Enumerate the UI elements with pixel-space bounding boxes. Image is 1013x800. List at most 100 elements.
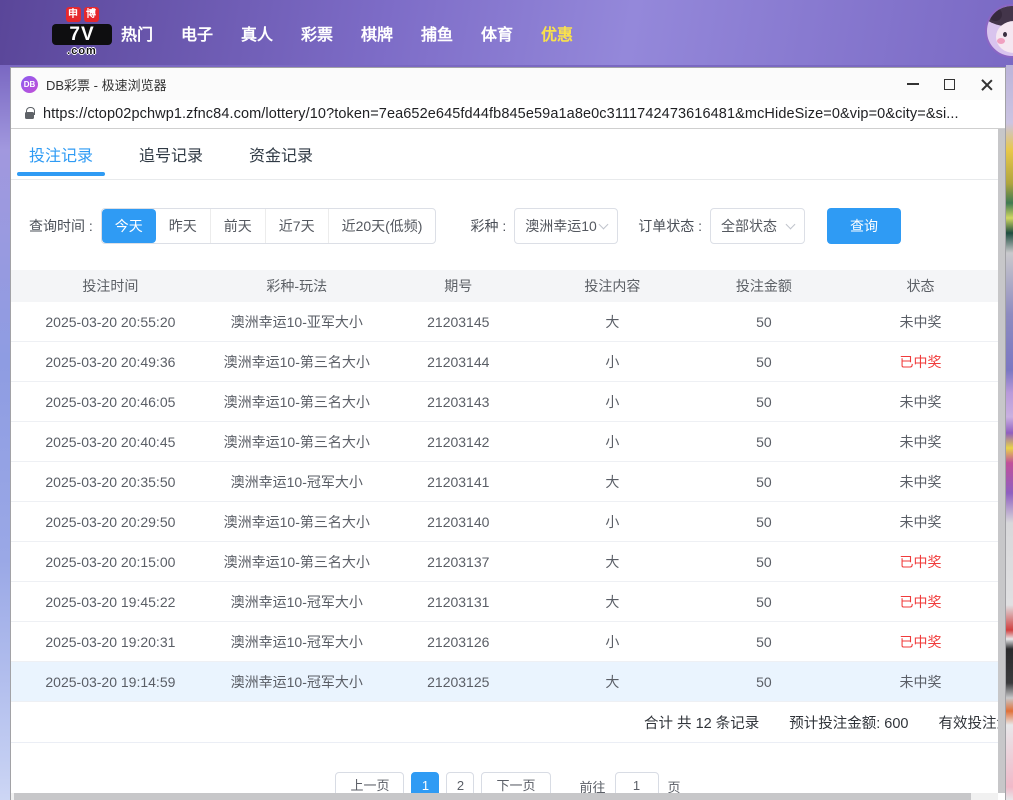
col-bet-time: 投注时间 xyxy=(11,276,210,296)
browser-popup-window: DB DB彩票 - 极速浏览器 https://ctop02pchwp1.zfn… xyxy=(10,67,1006,800)
table-row: 2025-03-20 20:55:20 澳洲幸运10-亚军大小 21203145… xyxy=(11,302,1005,342)
cell-game: 澳洲幸运10-亚军大小 xyxy=(210,312,384,332)
cell-game: 澳洲幸运10-第三名大小 xyxy=(210,552,384,572)
search-button[interactable]: 查询 xyxy=(827,208,901,244)
cell-content: 大 xyxy=(533,312,692,332)
table-row: 2025-03-20 19:20:31 澳洲幸运10-冠军大小 21203126… xyxy=(11,622,1005,662)
vertical-scrollbar[interactable] xyxy=(998,129,1005,793)
col-issue: 期号 xyxy=(384,276,533,296)
vertical-scrollbar-thumb[interactable] xyxy=(998,129,1005,793)
time-range-segment: 今天 昨天 前天 近7天 近20天(低频) xyxy=(101,208,437,244)
nav-item-hot[interactable]: 热门 xyxy=(121,21,153,45)
cell-game: 澳洲幸运10-冠军大小 xyxy=(210,472,384,492)
nav-item-promotions[interactable]: 优惠 xyxy=(541,21,573,45)
cell-issue: 21203125 xyxy=(384,674,533,690)
logo-main-text: 7V xyxy=(52,24,112,45)
cell-status: 未中奖 xyxy=(836,672,1005,692)
cell-content: 小 xyxy=(533,432,692,452)
time-option-20days[interactable]: 近20天(低频) xyxy=(328,209,436,243)
cell-amount: 50 xyxy=(692,634,836,650)
url-text: https://ctop02pchwp1.zfnc84.com/lottery/… xyxy=(43,106,959,122)
cell-content: 大 xyxy=(533,592,692,612)
lottery-select[interactable]: 澳洲幸运10 xyxy=(514,208,618,244)
tab-chase-records[interactable]: 追号记录 xyxy=(139,129,203,179)
site-top-banner: 申 博 7V .com 热门 电子 真人 彩票 棋牌 捕鱼 体育 优惠 xyxy=(0,0,1013,65)
site-logo[interactable]: 申 博 7V .com xyxy=(52,7,112,57)
cell-issue: 21203143 xyxy=(384,394,533,410)
cell-status: 已中奖 xyxy=(836,592,1005,612)
close-icon xyxy=(980,78,993,91)
status-filter-label: 订单状态 : xyxy=(638,216,702,236)
cell-time: 2025-03-20 20:55:20 xyxy=(11,314,210,330)
cell-issue: 21203142 xyxy=(384,434,533,450)
maximize-button[interactable] xyxy=(931,68,968,100)
logo-badge-shen: 申 xyxy=(66,7,81,22)
cell-game: 澳洲幸运10-冠军大小 xyxy=(210,592,384,612)
tab-fund-records[interactable]: 资金记录 xyxy=(249,129,313,179)
window-titlebar[interactable]: DB DB彩票 - 极速浏览器 xyxy=(11,68,1005,100)
summary-valid-amount: 有效投注金 xyxy=(939,712,1006,733)
summary-bar: 合计 共 12 条记录 预计投注金额: 600 有效投注金 xyxy=(11,702,1005,743)
col-status: 状态 xyxy=(836,276,1005,296)
cell-issue: 21203126 xyxy=(384,634,533,650)
time-filter-label: 查询时间 : xyxy=(29,216,93,236)
horizontal-scrollbar-thumb[interactable] xyxy=(14,793,971,800)
filter-bar: 查询时间 : 今天 昨天 前天 近7天 近20天(低频) 彩种 : 澳洲幸运10… xyxy=(29,208,1005,244)
maximize-icon xyxy=(944,79,955,90)
table-row: 2025-03-20 20:46:05 澳洲幸运10-第三名大小 2120314… xyxy=(11,382,1005,422)
table-row: 2025-03-20 20:40:45 澳洲幸运10-第三名大小 2120314… xyxy=(11,422,1005,462)
status-select-value: 全部状态 xyxy=(721,216,777,236)
site-main-nav: 热门 电子 真人 彩票 棋牌 捕鱼 体育 优惠 xyxy=(121,0,573,65)
cell-content: 小 xyxy=(533,512,692,532)
cell-time: 2025-03-20 20:40:45 xyxy=(11,434,210,450)
nav-item-board-games[interactable]: 棋牌 xyxy=(361,21,393,45)
horizontal-scrollbar[interactable] xyxy=(11,793,998,800)
tab-bet-records[interactable]: 投注记录 xyxy=(29,129,93,179)
table-row: 2025-03-20 19:45:22 澳洲幸运10-冠军大小 21203131… xyxy=(11,582,1005,622)
cell-content: 小 xyxy=(533,392,692,412)
time-option-day-before[interactable]: 前天 xyxy=(210,209,265,243)
table-header: 投注时间 彩种-玩法 期号 投注内容 投注金额 状态 xyxy=(11,270,1005,302)
cell-issue: 21203131 xyxy=(384,594,533,610)
time-option-7days[interactable]: 近7天 xyxy=(265,209,328,243)
background-page-edge xyxy=(1006,65,1013,800)
lottery-filter-label: 彩种 : xyxy=(470,216,506,236)
avatar-face xyxy=(996,21,1013,53)
lottery-select-value: 澳洲幸运10 xyxy=(525,216,597,236)
address-bar[interactable]: https://ctop02pchwp1.zfnc84.com/lottery/… xyxy=(11,100,1005,129)
order-status-select[interactable]: 全部状态 xyxy=(710,208,805,244)
time-option-today[interactable]: 今天 xyxy=(102,209,156,243)
chevron-down-icon xyxy=(786,219,796,229)
table-row: 2025-03-20 20:15:00 澳洲幸运10-第三名大小 2120313… xyxy=(11,542,1005,582)
nav-item-lottery[interactable]: 彩票 xyxy=(301,21,333,45)
cell-content: 小 xyxy=(533,632,692,652)
cell-time: 2025-03-20 20:46:05 xyxy=(11,394,210,410)
minimize-icon xyxy=(907,83,919,85)
cell-issue: 21203140 xyxy=(384,514,533,530)
nav-item-fishing[interactable]: 捕鱼 xyxy=(421,21,453,45)
cell-status: 已中奖 xyxy=(836,352,1005,372)
cell-game: 澳洲幸运10-第三名大小 xyxy=(210,352,384,372)
cell-time: 2025-03-20 19:14:59 xyxy=(11,674,210,690)
user-avatar[interactable] xyxy=(985,4,1013,58)
close-button[interactable] xyxy=(968,68,1005,100)
cell-time: 2025-03-20 20:49:36 xyxy=(11,354,210,370)
minimize-button[interactable] xyxy=(894,68,931,100)
cell-status: 未中奖 xyxy=(836,512,1005,532)
time-option-yesterday[interactable]: 昨天 xyxy=(156,209,210,243)
col-bet-content: 投注内容 xyxy=(533,276,692,296)
nav-item-slots[interactable]: 电子 xyxy=(181,21,213,45)
nav-item-live[interactable]: 真人 xyxy=(241,21,273,45)
logo-badge-bo: 博 xyxy=(84,7,99,22)
nav-item-sports[interactable]: 体育 xyxy=(481,21,513,45)
cell-time: 2025-03-20 20:29:50 xyxy=(11,514,210,530)
cell-status: 已中奖 xyxy=(836,552,1005,572)
lock-icon xyxy=(25,112,34,119)
cell-amount: 50 xyxy=(692,394,836,410)
cell-amount: 50 xyxy=(692,314,836,330)
avatar-hair-bun xyxy=(989,8,1002,21)
cell-game: 澳洲幸运10-冠军大小 xyxy=(210,672,384,692)
cell-content: 大 xyxy=(533,552,692,572)
app-icon: DB xyxy=(21,76,38,93)
table-row: 2025-03-20 19:14:59 澳洲幸运10-冠军大小 21203125… xyxy=(11,662,1005,702)
